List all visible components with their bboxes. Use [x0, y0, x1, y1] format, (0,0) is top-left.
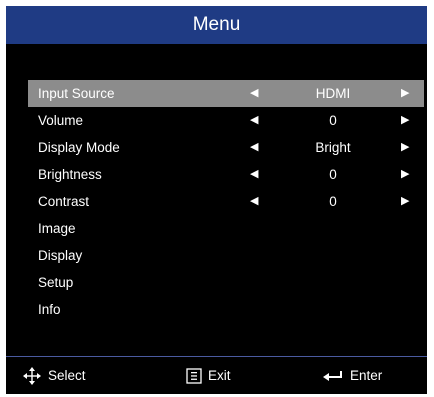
right-arrow-icon[interactable]: ▶: [401, 107, 409, 134]
menu-item-label: Contrast: [38, 194, 90, 209]
enter-return-icon: [323, 370, 342, 381]
menu-title: Menu: [6, 6, 427, 44]
left-arrow-icon[interactable]: ◀: [250, 161, 258, 188]
menu-item-value: HDMI: [315, 86, 351, 101]
menu-item-label: Input Source: [38, 86, 115, 101]
exit-hint: Exit: [186, 357, 231, 394]
enter-hint: Enter: [322, 357, 382, 394]
menu-box-icon: [186, 367, 202, 384]
menu-item-image[interactable]: Image: [28, 215, 424, 242]
menu-item-value: 0: [329, 194, 337, 209]
menu-item-display-mode[interactable]: Display Mode ◀ Bright ▶: [28, 134, 424, 161]
exit-label: Exit: [208, 368, 231, 383]
menu-item-label: Display Mode: [38, 140, 120, 155]
osd-menu-window: Menu Input Source ◀ HDMI ▶ Volume ◀ 0 ▶ …: [6, 6, 427, 394]
menu-item-label: Display: [38, 248, 83, 263]
menu-item-label: Image: [38, 221, 76, 236]
menu-item-info[interactable]: Info: [28, 296, 424, 323]
right-arrow-icon[interactable]: ▶: [401, 161, 409, 188]
right-arrow-icon[interactable]: ▶: [401, 134, 409, 161]
left-arrow-icon[interactable]: ◀: [250, 107, 258, 134]
menu-item-label: Volume: [38, 113, 84, 128]
select-label: Select: [48, 368, 86, 383]
left-arrow-icon[interactable]: ◀: [250, 80, 258, 107]
menu-item-setup[interactable]: Setup: [28, 269, 424, 296]
menu-item-value: 0: [329, 113, 337, 128]
left-arrow-icon[interactable]: ◀: [250, 134, 258, 161]
select-hint: Select: [22, 357, 86, 394]
footer-hints: Select Exit Enter: [6, 357, 427, 394]
menu-item-display[interactable]: Display: [28, 242, 424, 269]
four-way-arrows-icon: [23, 366, 41, 385]
menu-item-label: Info: [38, 302, 61, 317]
left-arrow-icon[interactable]: ◀: [250, 188, 258, 215]
right-arrow-icon[interactable]: ▶: [401, 80, 409, 107]
menu-item-value: Bright: [315, 140, 351, 155]
menu-item-brightness[interactable]: Brightness ◀ 0 ▶: [28, 161, 424, 188]
menu-item-contrast[interactable]: Contrast ◀ 0 ▶: [28, 188, 424, 215]
menu-list: Input Source ◀ HDMI ▶ Volume ◀ 0 ▶ Displ…: [28, 80, 424, 323]
menu-item-volume[interactable]: Volume ◀ 0 ▶: [28, 107, 424, 134]
menu-item-input-source[interactable]: Input Source ◀ HDMI ▶: [28, 80, 424, 107]
right-arrow-icon[interactable]: ▶: [401, 188, 409, 215]
menu-item-label: Setup: [38, 275, 74, 290]
menu-item-label: Brightness: [38, 167, 102, 182]
menu-item-value: 0: [329, 167, 337, 182]
enter-label: Enter: [350, 368, 383, 383]
